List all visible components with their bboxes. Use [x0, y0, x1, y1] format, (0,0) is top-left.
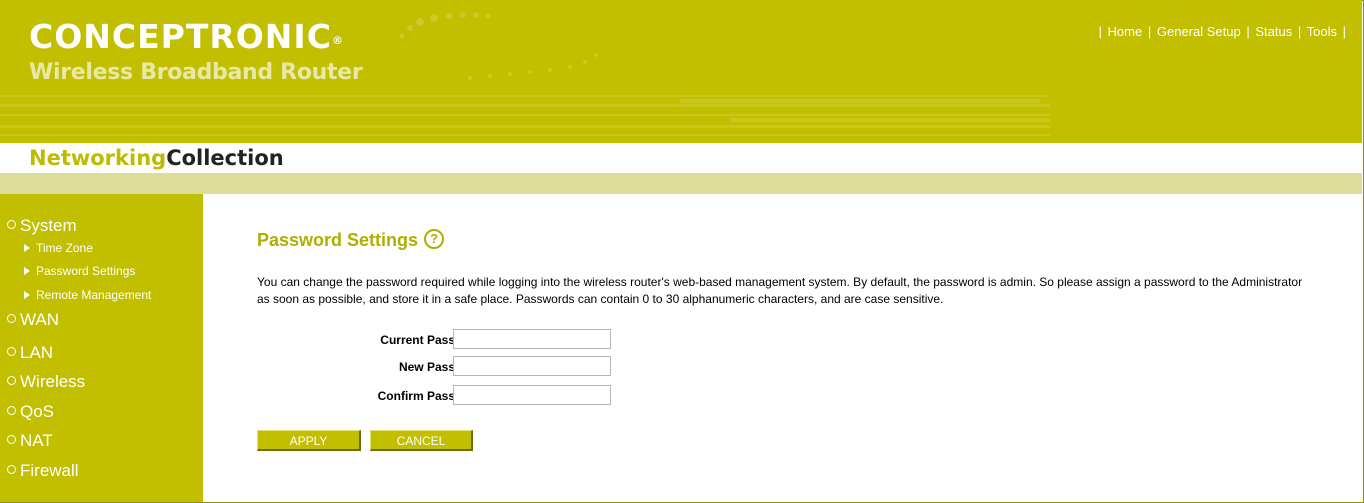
cancel-button[interactable]: CANCEL	[370, 430, 473, 451]
sidebar-item-nat[interactable]: NAT	[7, 431, 53, 451]
nav-home-link[interactable]: Home	[1108, 24, 1143, 39]
circle-bullet-icon	[7, 435, 16, 445]
main-content: Password Settings? You can change the pa…	[203, 194, 1362, 502]
circle-bullet-icon	[7, 347, 16, 357]
sidebar-item-firewall[interactable]: Firewall	[7, 461, 79, 481]
collection-logo: NetworkingCollection	[29, 146, 284, 170]
confirm-password-field[interactable]	[453, 385, 611, 405]
circle-bullet-icon	[7, 220, 16, 230]
sidebar-item-wan[interactable]: WAN	[7, 310, 59, 330]
nav-tools-link[interactable]: Tools	[1307, 24, 1337, 39]
sidebar-subitem-time-zone[interactable]: Time Zone	[24, 240, 93, 256]
sidebar-item-system[interactable]: System	[7, 216, 77, 236]
apply-button[interactable]: APPLY	[257, 430, 361, 451]
help-circle-icon[interactable]: ?	[424, 229, 445, 250]
circle-bullet-icon	[7, 314, 16, 324]
sidebar-subitem-password-settings[interactable]: Password Settings	[24, 263, 135, 279]
nav-status-link[interactable]: Status	[1255, 24, 1292, 39]
top-navigation: | Home | General Setup | Status | Tools …	[1098, 24, 1346, 39]
circle-bullet-icon	[7, 465, 16, 475]
confirm-password-row: Confirm Password :	[257, 385, 657, 409]
header-banner: CONCEPTRONIC® Wireless Broadband Router …	[0, 0, 1362, 143]
circle-bullet-icon	[7, 376, 16, 386]
page-title: Password Settings?	[257, 229, 445, 251]
header-stripe	[0, 173, 1362, 194]
sidebar-item-qos[interactable]: QoS	[7, 402, 54, 422]
sidebar: System Time Zone Password Settings Remot…	[0, 194, 203, 502]
page-description: You can change the password required whi…	[257, 275, 1303, 306]
new-password-row: New Password :	[257, 356, 657, 380]
triangle-bullet-icon	[24, 266, 30, 275]
sidebar-subitem-remote-management[interactable]: Remote Management	[24, 287, 151, 303]
triangle-bullet-icon	[24, 243, 30, 252]
collection-bar: NetworkingCollection	[0, 143, 1362, 173]
new-password-field[interactable]	[453, 356, 611, 376]
brand-logo: CONCEPTRONIC®	[29, 17, 344, 56]
sidebar-item-wireless[interactable]: Wireless	[7, 372, 85, 392]
product-name: Wireless Broadband Router	[29, 60, 363, 85]
nav-general-setup-link[interactable]: General Setup	[1157, 24, 1241, 39]
current-password-field[interactable]	[453, 329, 611, 349]
triangle-bullet-icon	[24, 290, 30, 299]
circle-bullet-icon	[7, 406, 16, 416]
sidebar-item-lan[interactable]: LAN	[7, 343, 53, 363]
current-password-row: Current Password :	[257, 329, 657, 353]
